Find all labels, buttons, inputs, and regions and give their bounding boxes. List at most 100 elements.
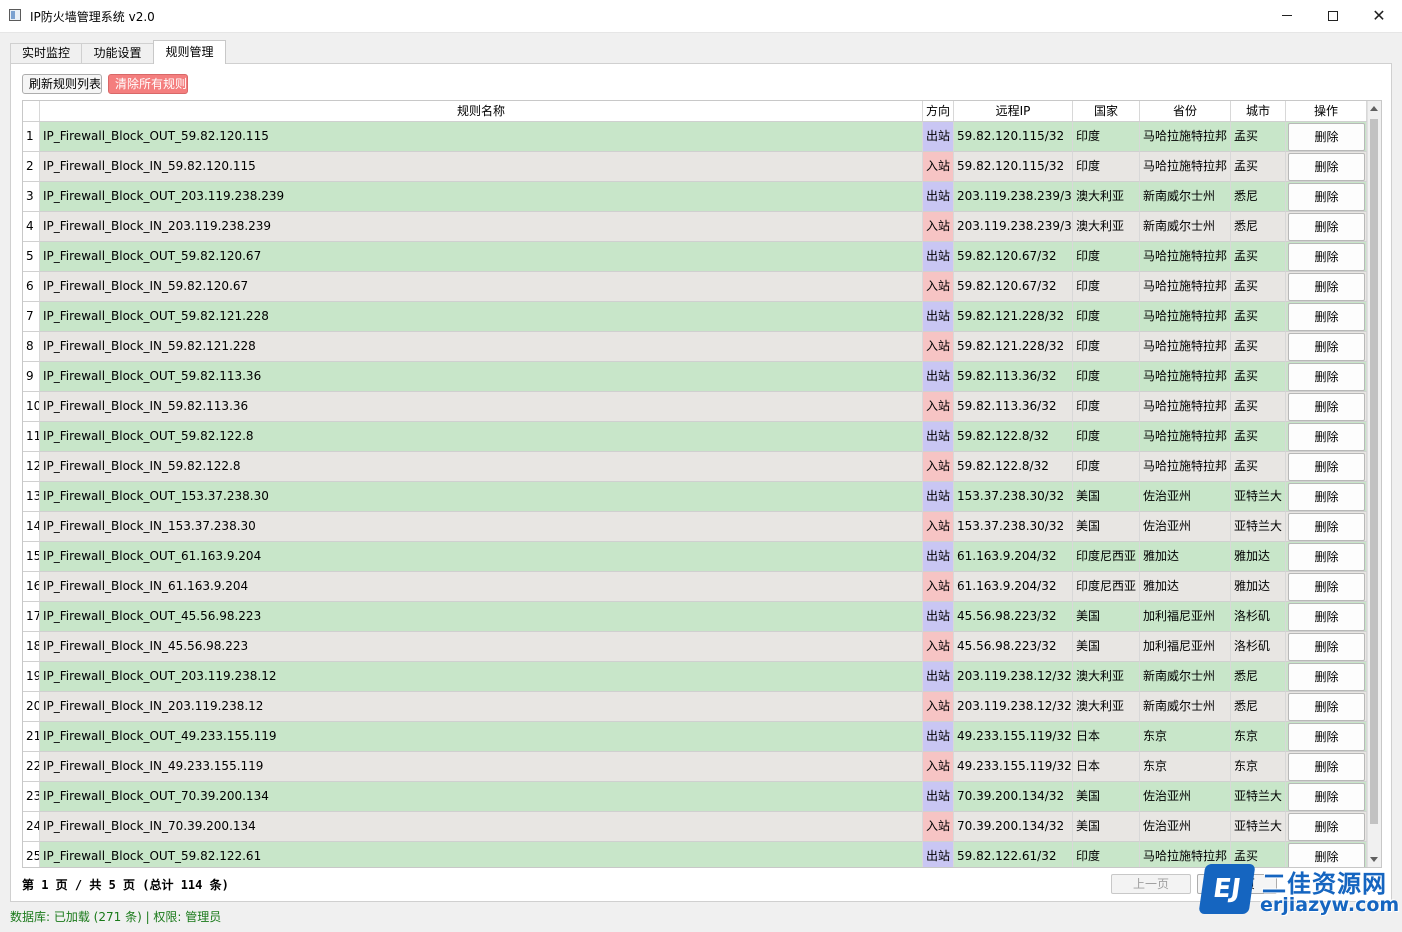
delete-rule-button[interactable]: 删除 <box>1288 663 1365 691</box>
table-row[interactable]: 11 IP_Firewall_Block_OUT_59.82.122.8 出站 59.… <box>23 422 1367 452</box>
status-bar: 数据库: 已加载 (271 条) | 权限: 管理员 <box>10 910 222 924</box>
delete-rule-button[interactable]: 删除 <box>1288 603 1365 631</box>
table-row[interactable]: 22 IP_Firewall_Block_IN_49.233.155.119 入站 4… <box>23 752 1367 782</box>
table-row[interactable]: 21 IP_Firewall_Block_OUT_49.233.155.119 出站… <box>23 722 1367 752</box>
delete-rule-button[interactable]: 删除 <box>1288 573 1365 601</box>
delete-rule-button[interactable]: 删除 <box>1288 513 1365 541</box>
delete-rule-button[interactable]: 删除 <box>1288 303 1365 331</box>
header-corner <box>23 101 40 121</box>
delete-rule-button[interactable]: 删除 <box>1288 753 1365 781</box>
remote-ip-cell: 153.37.238.30/32 <box>954 482 1073 512</box>
column-header-country[interactable]: 国家 <box>1073 101 1140 121</box>
column-header-city[interactable]: 城市 <box>1231 101 1286 121</box>
city-cell: 洛杉矶 <box>1231 632 1286 662</box>
table-row[interactable]: 23 IP_Firewall_Block_OUT_70.39.200.134 出站 7… <box>23 782 1367 812</box>
delete-rule-button[interactable]: 删除 <box>1288 453 1365 481</box>
delete-rule-button[interactable]: 删除 <box>1288 423 1365 451</box>
close-icon: ✕ <box>1372 6 1386 25</box>
city-cell: 孟买 <box>1231 272 1286 302</box>
column-header-province[interactable]: 省份 <box>1140 101 1231 121</box>
scroll-up-icon[interactable] <box>1370 106 1378 111</box>
delete-rule-button[interactable]: 删除 <box>1288 693 1365 721</box>
row-number: 24 <box>23 812 40 842</box>
delete-rule-button[interactable]: 删除 <box>1288 213 1365 241</box>
table-row[interactable]: 3 IP_Firewall_Block_OUT_203.119.238.239 出站… <box>23 182 1367 212</box>
city-cell: 洛杉矶 <box>1231 602 1286 632</box>
rule-name-cell: IP_Firewall_Block_IN_45.56.98.223 <box>40 632 923 662</box>
remote-ip-cell: 59.82.120.67/32 <box>954 272 1073 302</box>
table-row[interactable]: 20 IP_Firewall_Block_IN_203.119.238.12 入站 2… <box>23 692 1367 722</box>
city-cell: 悉尼 <box>1231 212 1286 242</box>
remote-ip-cell: 203.119.238.12/32 <box>954 662 1073 692</box>
delete-rule-button[interactable]: 删除 <box>1288 783 1365 811</box>
delete-rule-button[interactable]: 删除 <box>1288 243 1365 271</box>
table-row[interactable]: 2 IP_Firewall_Block_IN_59.82.120.115 入站 59.… <box>23 152 1367 182</box>
remote-ip-cell: 61.163.9.204/32 <box>954 572 1073 602</box>
previous-page-button[interactable]: 上一页 <box>1111 874 1191 894</box>
action-cell: 删除 <box>1286 752 1367 782</box>
remote-ip-cell: 59.82.122.61/32 <box>954 842 1073 867</box>
province-cell: 佐治亚州 <box>1140 812 1231 842</box>
city-cell: 孟买 <box>1231 422 1286 452</box>
direction-cell: 出站 <box>923 122 954 152</box>
city-cell: 孟买 <box>1231 302 1286 332</box>
delete-rule-button[interactable]: 删除 <box>1288 333 1365 361</box>
scrollbar-thumb[interactable] <box>1370 119 1378 824</box>
table-row[interactable]: 14 IP_Firewall_Block_IN_153.37.238.30 入站 15… <box>23 512 1367 542</box>
action-cell: 删除 <box>1286 482 1367 512</box>
remote-ip-cell: 45.56.98.223/32 <box>954 632 1073 662</box>
table-row[interactable]: 6 IP_Firewall_Block_IN_59.82.120.67 入站 59.8… <box>23 272 1367 302</box>
table-row[interactable]: 25 IP_Firewall_Block_OUT_59.82.122.61 出站 59… <box>23 842 1367 867</box>
tab-function-settings[interactable]: 功能设置 <box>81 43 154 63</box>
delete-rule-button[interactable]: 删除 <box>1288 363 1365 391</box>
remote-ip-cell: 59.82.120.67/32 <box>954 242 1073 272</box>
table-row[interactable]: 12 IP_Firewall_Block_IN_59.82.122.8 入站 59.8… <box>23 452 1367 482</box>
table-row[interactable]: 10 IP_Firewall_Block_IN_59.82.113.36 入站 59.… <box>23 392 1367 422</box>
table-row[interactable]: 4 IP_Firewall_Block_IN_203.119.238.239 入站 2… <box>23 212 1367 242</box>
table-row[interactable]: 1 IP_Firewall_Block_OUT_59.82.120.115 出站 59… <box>23 122 1367 152</box>
country-cell: 印度 <box>1073 242 1140 272</box>
delete-rule-button[interactable]: 删除 <box>1288 393 1365 421</box>
delete-rule-button[interactable]: 删除 <box>1288 483 1365 511</box>
delete-rule-button[interactable]: 删除 <box>1288 273 1365 301</box>
tab-rule-management[interactable]: 规则管理 <box>153 40 226 64</box>
province-cell: 佐治亚州 <box>1140 482 1231 512</box>
delete-rule-button[interactable]: 删除 <box>1288 183 1365 211</box>
direction-cell: 出站 <box>923 422 954 452</box>
delete-rule-button[interactable]: 删除 <box>1288 633 1365 661</box>
table-row[interactable]: 13 IP_Firewall_Block_OUT_153.37.238.30 出站 1… <box>23 482 1367 512</box>
city-cell: 孟买 <box>1231 242 1286 272</box>
table-row[interactable]: 7 IP_Firewall_Block_OUT_59.82.121.228 出站 59… <box>23 302 1367 332</box>
delete-rule-button[interactable]: 删除 <box>1288 813 1365 841</box>
table-row[interactable]: 9 IP_Firewall_Block_OUT_59.82.113.36 出站 59.… <box>23 362 1367 392</box>
column-header-rule-name[interactable]: 规则名称 <box>40 101 923 121</box>
country-cell: 印度 <box>1073 392 1140 422</box>
table-row[interactable]: 24 IP_Firewall_Block_IN_70.39.200.134 入站 70… <box>23 812 1367 842</box>
refresh-rules-button[interactable]: 刷新规则列表 <box>22 74 102 94</box>
table-row[interactable]: 8 IP_Firewall_Block_IN_59.82.121.228 入站 59.… <box>23 332 1367 362</box>
rule-name-cell: IP_Firewall_Block_OUT_59.82.120.115 <box>40 122 923 152</box>
table-header: 规则名称 方向 远程IP 国家 省份 城市 操作 <box>23 101 1367 122</box>
delete-rule-button[interactable]: 删除 <box>1288 123 1365 151</box>
minimize-button[interactable] <box>1264 0 1310 31</box>
table-row[interactable]: 15 IP_Firewall_Block_OUT_61.163.9.204 出站 61… <box>23 542 1367 572</box>
city-cell: 雅加达 <box>1231 542 1286 572</box>
action-cell: 删除 <box>1286 722 1367 752</box>
vertical-scrollbar[interactable] <box>1367 101 1381 867</box>
delete-rule-button[interactable]: 删除 <box>1288 723 1365 751</box>
table-row[interactable]: 19 IP_Firewall_Block_OUT_203.119.238.12 出站… <box>23 662 1367 692</box>
column-header-remote-ip[interactable]: 远程IP <box>954 101 1073 121</box>
delete-rule-button[interactable]: 删除 <box>1288 543 1365 571</box>
clear-all-rules-button[interactable]: 清除所有规则 <box>108 74 188 94</box>
tab-realtime-monitor[interactable]: 实时监控 <box>10 43 82 63</box>
delete-rule-button[interactable]: 删除 <box>1288 153 1365 181</box>
column-header-direction[interactable]: 方向 <box>923 101 954 121</box>
column-header-action[interactable]: 操作 <box>1286 101 1367 121</box>
table-row[interactable]: 17 IP_Firewall_Block_OUT_45.56.98.223 出站 45… <box>23 602 1367 632</box>
table-row[interactable]: 5 IP_Firewall_Block_OUT_59.82.120.67 出站 59.… <box>23 242 1367 272</box>
table-row[interactable]: 18 IP_Firewall_Block_IN_45.56.98.223 入站 45.… <box>23 632 1367 662</box>
maximize-button[interactable] <box>1310 0 1356 31</box>
table-row[interactable]: 16 IP_Firewall_Block_IN_61.163.9.204 入站 61.… <box>23 572 1367 602</box>
close-button[interactable]: ✕ <box>1356 0 1402 31</box>
rule-name-cell: IP_Firewall_Block_IN_59.82.120.115 <box>40 152 923 182</box>
